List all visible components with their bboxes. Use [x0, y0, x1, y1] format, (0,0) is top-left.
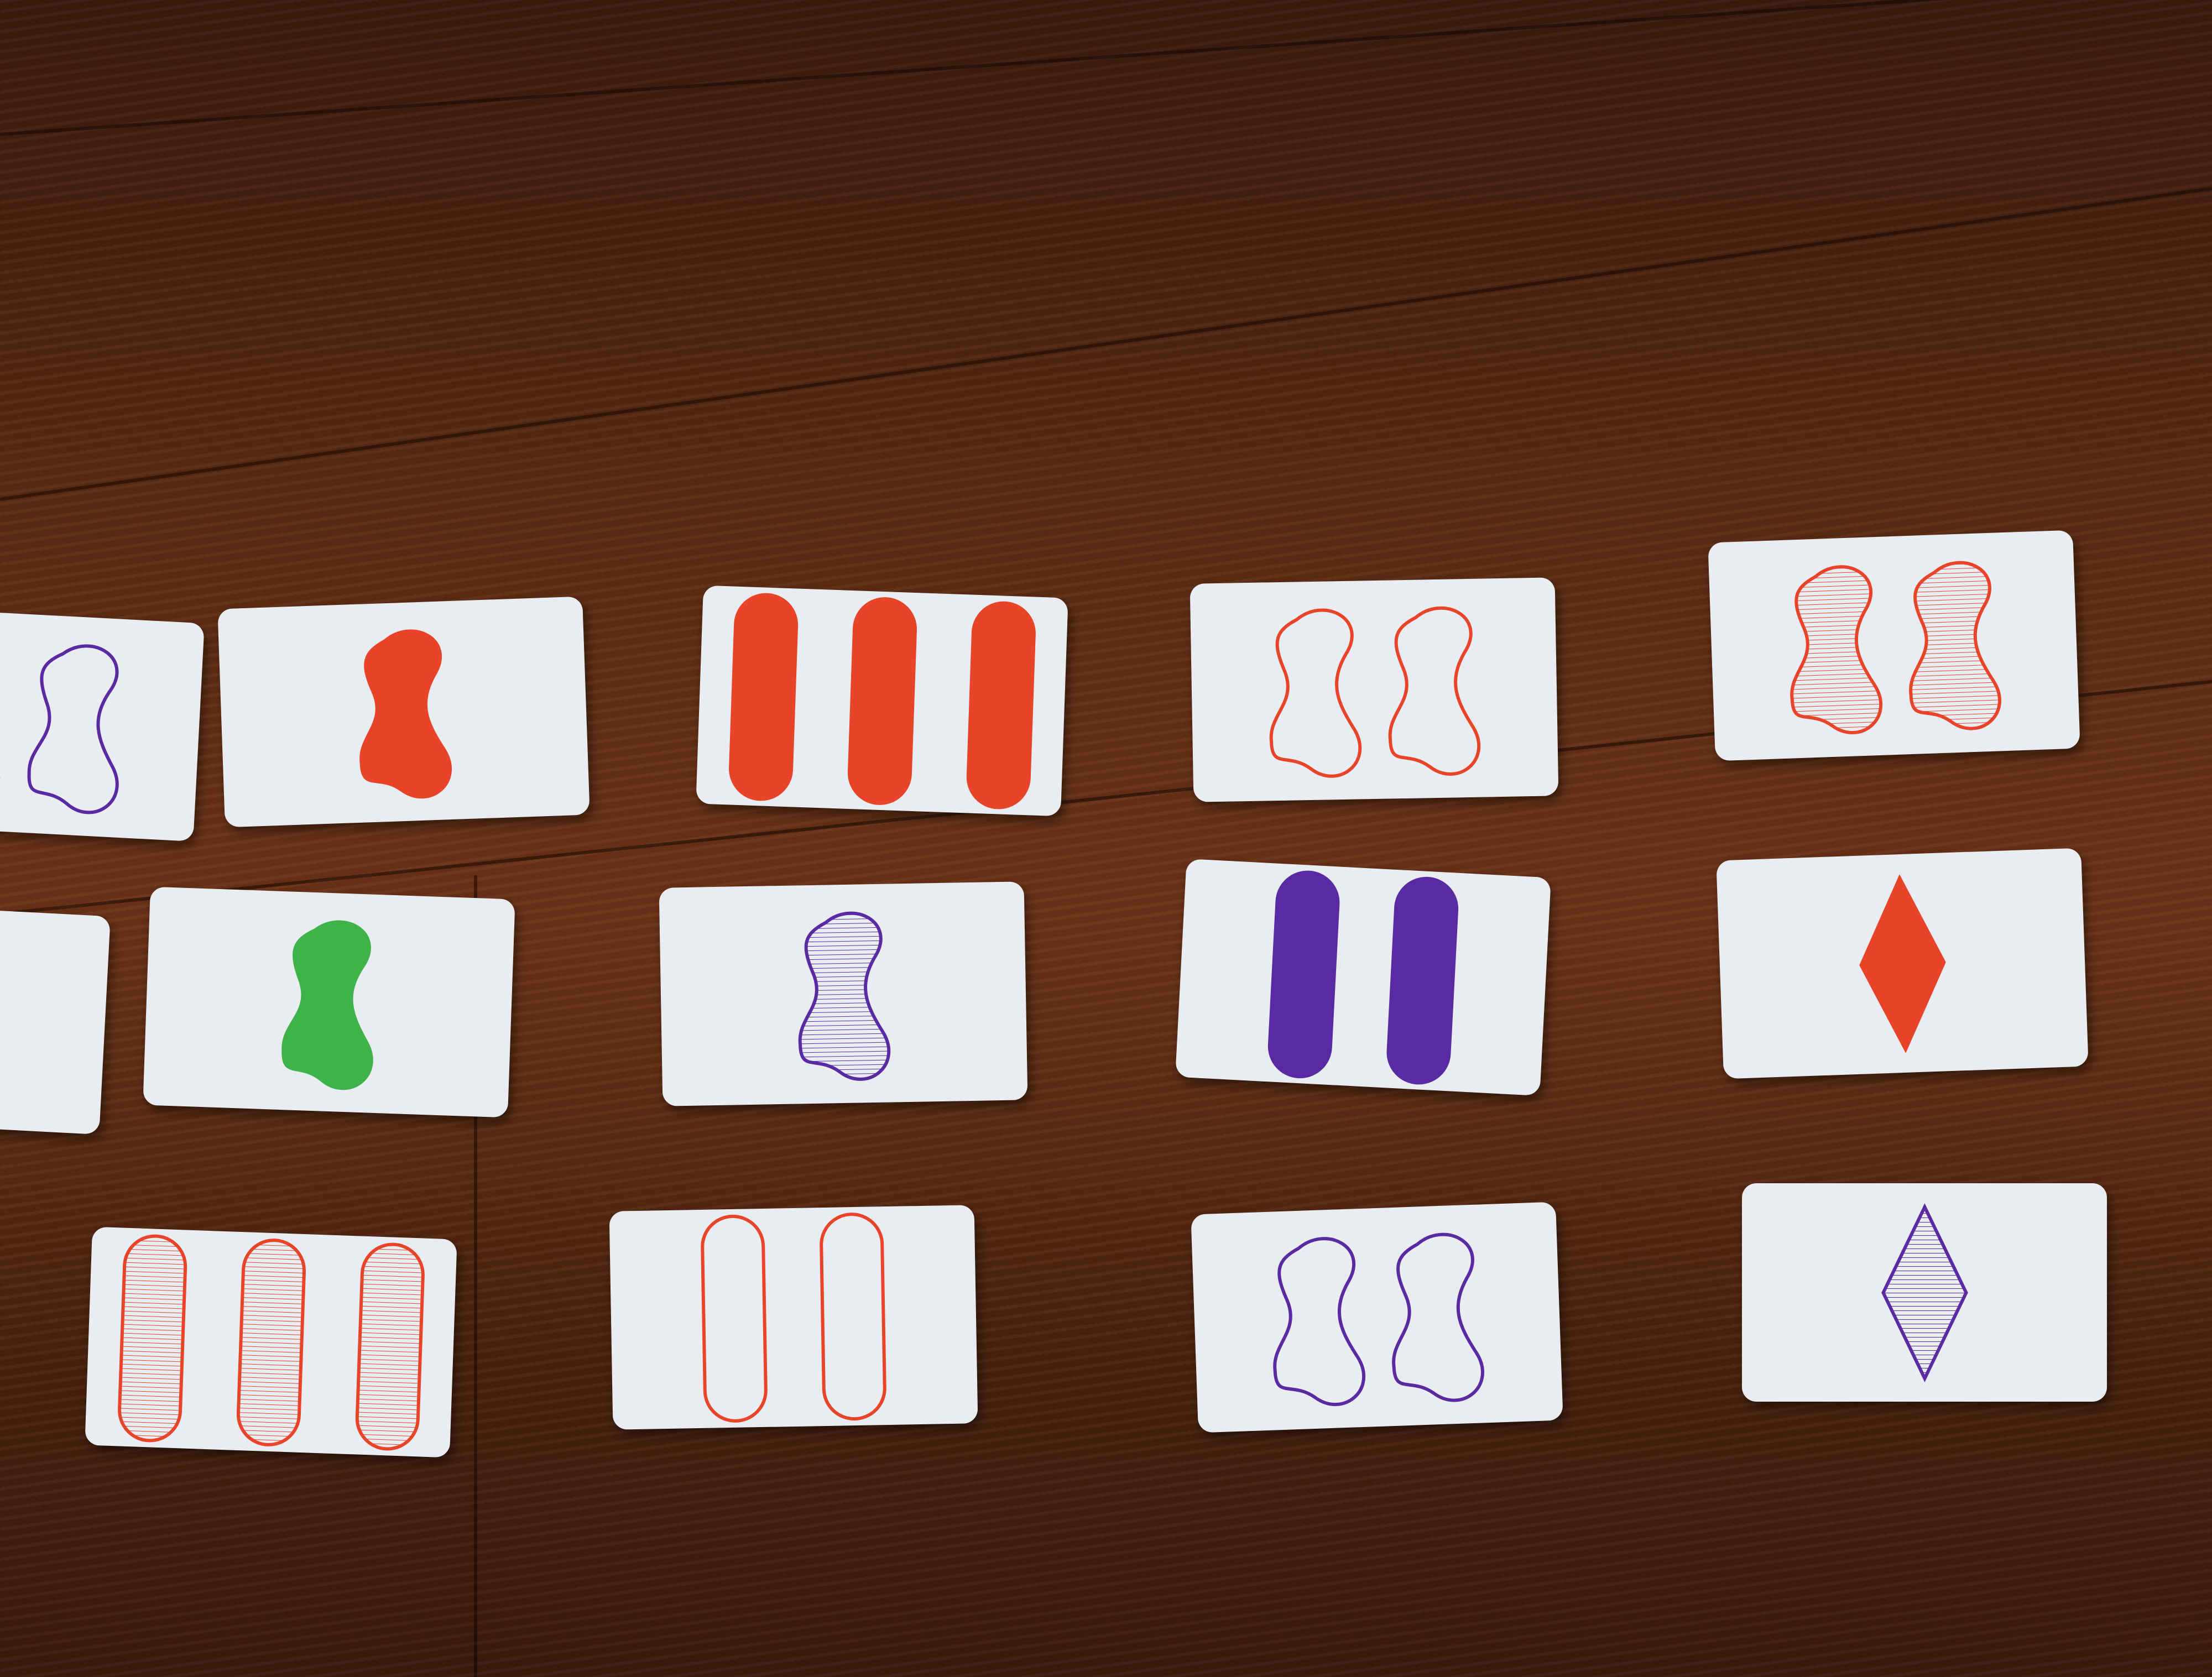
squiggle-symbol: [1388, 606, 1481, 776]
oval-symbol: [117, 1234, 187, 1442]
squiggle-symbol: [1790, 565, 1883, 734]
oval-symbol: [847, 597, 917, 805]
squiggle-symbol: [1909, 561, 2001, 730]
oval-symbol: [728, 593, 798, 801]
squiggle-symbol: [359, 629, 452, 798]
squiggle-symbol: [1392, 1232, 1484, 1402]
diamond-symbol: [1859, 874, 1946, 1053]
set-card[interactable]: [1190, 577, 1559, 802]
squiggle-symbols: [1790, 561, 2001, 734]
squiggle-symbol: [27, 644, 119, 814]
oval-symbols: [728, 593, 1036, 809]
oval-symbol: [966, 601, 1036, 809]
squiggle-symbols: [281, 920, 373, 1090]
squiggle-symbol: [0, 638, 1, 808]
squiggle-symbols: [1269, 606, 1481, 778]
squiggle-symbol: [281, 920, 373, 1090]
diamond-symbols: [1881, 1203, 1968, 1382]
diamond-symbol: [1881, 1203, 1968, 1382]
oval-symbol: [701, 1214, 768, 1423]
set-card[interactable]: [143, 886, 515, 1118]
oval-symbols: [117, 1234, 425, 1450]
set-card[interactable]: [659, 881, 1028, 1106]
diamond-symbols: [1859, 874, 1946, 1053]
oval-symbols: [701, 1212, 886, 1423]
set-card[interactable]: [217, 596, 590, 828]
oval-symbols: [1267, 870, 1459, 1084]
squiggle-symbol: [1273, 1236, 1366, 1406]
squiggle-symbols: [798, 911, 890, 1081]
set-card[interactable]: [1742, 1183, 2107, 1402]
set-card[interactable]: [609, 1205, 978, 1430]
set-card[interactable]: [0, 604, 205, 842]
set-card[interactable]: [1716, 848, 2089, 1079]
plank-seam: [0, 182, 2212, 501]
squiggle-symbols: [359, 629, 452, 798]
oval-symbol: [355, 1242, 425, 1450]
oval-symbol: [820, 1212, 886, 1420]
set-card[interactable]: [85, 1226, 457, 1458]
oval-symbol: [236, 1238, 306, 1446]
squiggle-symbol: [798, 911, 890, 1081]
oval-symbol: [1267, 870, 1340, 1078]
squiggle-symbols: [0, 638, 119, 814]
set-card[interactable]: [0, 897, 111, 1135]
squiggle-symbol: [1269, 608, 1362, 778]
set-card[interactable]: [1708, 530, 2080, 761]
oval-symbol: [1386, 876, 1459, 1084]
set-card[interactable]: [1175, 858, 1551, 1096]
set-card[interactable]: [1191, 1201, 1563, 1433]
squiggle-symbols: [1273, 1232, 1484, 1406]
set-card[interactable]: [696, 585, 1068, 817]
plank-seam: [0, 0, 2212, 136]
